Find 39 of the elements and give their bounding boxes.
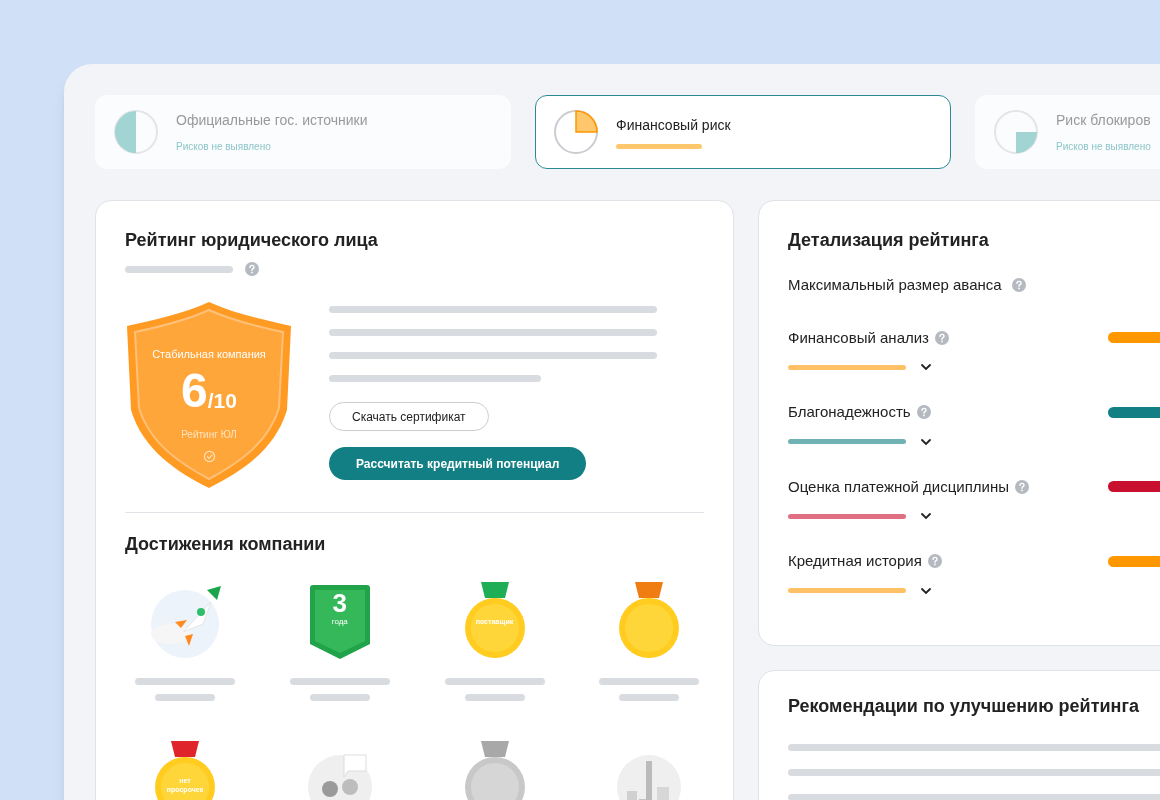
risk-title: Официальные гос. источники (176, 111, 368, 130)
detail-label: Максимальный размер аванса (788, 275, 1002, 295)
download-button[interactable]: Скачать сертификат (329, 402, 489, 431)
chevron-icon[interactable] (920, 437, 932, 446)
check-icon (202, 449, 216, 463)
help-icon[interactable] (916, 405, 931, 420)
pie-chart-icon (552, 108, 600, 156)
chevron-icon[interactable] (920, 363, 932, 371)
badge-number: 3 (332, 590, 347, 616)
badge-caption: года (331, 616, 348, 628)
chevron-icon[interactable] (920, 586, 932, 595)
panel-title: Рейтинг юридического лица (125, 229, 379, 252)
detail-label: Благонадежность (788, 402, 911, 422)
help-icon[interactable] (935, 330, 949, 345)
section-title: Достижения компании (125, 533, 327, 556)
rating-score: 6 (181, 366, 208, 415)
help-icon[interactable] (1011, 278, 1026, 293)
rating-scale: /10 (207, 389, 237, 411)
risk-card[interactable]: Официальные гос. источники Рисков не выявлено (95, 95, 511, 169)
chevron-icon[interactable] (920, 512, 932, 520)
risk-card[interactable]: Риск блокиров Рисков не выявлено (975, 95, 1160, 169)
pie-chart-icon (112, 108, 160, 156)
risk-title: Финансовый риск (616, 116, 731, 135)
risk-subtitle: Рисков не выявлено (176, 140, 272, 154)
detail-label: Кредитная история (788, 551, 922, 571)
risk-title: Риск блокиров (1056, 111, 1151, 130)
panel-title: Детализация рейтинга (788, 229, 990, 252)
primary-button[interactable]: Рассчитать кредитный потенциал (329, 447, 587, 480)
help-icon[interactable] (1015, 479, 1029, 494)
pie-chart-icon (992, 108, 1040, 156)
panel-title: Рекомендации по улучшению рейтинга (788, 695, 1140, 718)
detail-label: Финансовый анализ (788, 327, 929, 348)
help-icon[interactable] (245, 262, 259, 276)
detail-label: Оценка платежной дисциплины (788, 476, 1009, 497)
risk-card[interactable]: Финансовый риск (535, 95, 951, 169)
rating-label: Рейтинг ЮЛ (181, 427, 237, 442)
rating-caption: Стабильная компания (152, 347, 266, 362)
help-icon[interactable] (927, 554, 942, 569)
risk-subtitle: Рисков не выявлено (1056, 140, 1151, 154)
